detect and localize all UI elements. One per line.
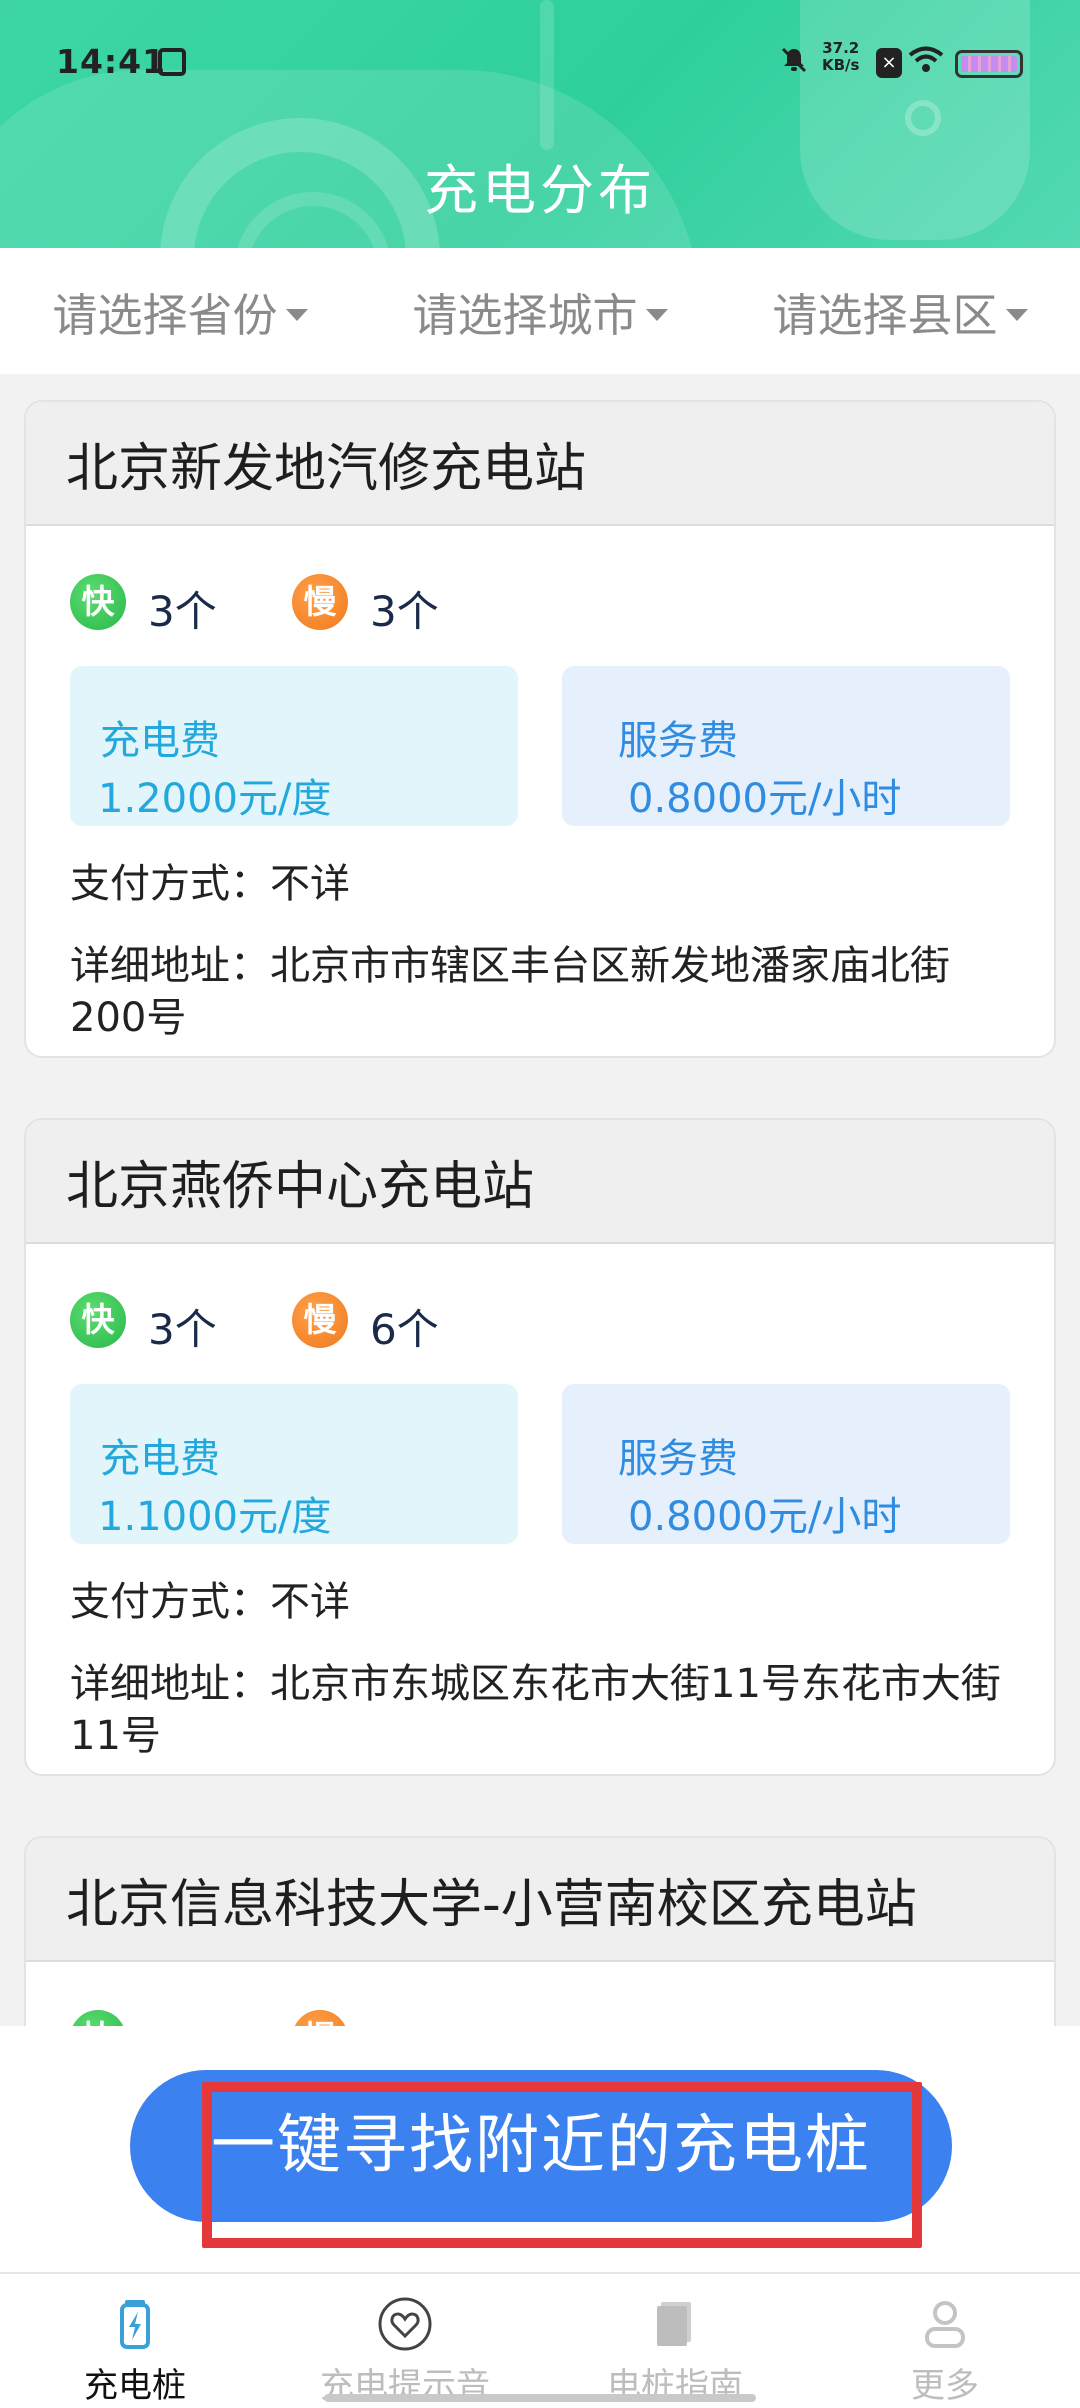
battery-icon	[955, 50, 1023, 78]
nav-item-more[interactable]: 更多	[810, 2274, 1080, 2408]
payment-value: 不详	[270, 1579, 350, 1625]
fast-charge-icon: 快	[70, 574, 126, 630]
caret-down-icon	[1005, 308, 1028, 321]
fee-boxes: 充电费 1.1000元/度 服务费 0.8000元/小时	[26, 1384, 1054, 1556]
user-icon	[915, 2296, 975, 2352]
network-speed: 37.2 KB/s	[822, 40, 859, 74]
nav-item-charging-piles[interactable]: 充电桩	[0, 2274, 270, 2408]
charging-battery-icon	[105, 2296, 165, 2352]
fast-count: 3个	[148, 587, 217, 636]
charge-fee-value: 1.2000元/度	[98, 776, 332, 822]
book-icon	[645, 2296, 705, 2352]
city-select-label: 请选择城市	[412, 288, 638, 342]
nav-label: 更多	[911, 2366, 979, 2406]
slow-charge-icon: 慢	[292, 1292, 348, 1348]
station-name: 北京新发地汽修充电站	[26, 402, 1054, 526]
charge-fee-label: 充电费	[100, 1436, 220, 1482]
station-card[interactable]: 北京新发地汽修充电站 快 3个 慢 3个 充电费 1.2000元/度 服务费 0…	[24, 400, 1056, 1058]
district-select[interactable]: 请选择县区	[720, 279, 1080, 344]
fee-boxes: 充电费 1.2000元/度 服务费 0.8000元/小时	[26, 666, 1054, 838]
service-fee-label: 服务费	[618, 718, 738, 764]
fast-charge-icon: 快	[70, 2010, 126, 2026]
payment-label: 支付方式：	[70, 861, 270, 907]
payment-value: 不详	[270, 861, 350, 907]
charger-counts: 快 2个 慢 11个	[26, 1962, 1054, 2026]
slow-charge-icon: 慢	[292, 574, 348, 630]
header-banner: 14:41 37.2 KB/s × 充电分布	[0, 0, 1080, 248]
station-info: 支付方式：不详 详细地址：北京市市辖区丰台区新发地潘家庙北街200号	[26, 838, 1054, 1044]
fast-count: 3个	[148, 1305, 217, 1354]
charge-fee-label: 充电费	[100, 718, 220, 764]
nearby-button-area: 一键寻找附近的充电桩	[0, 2026, 1080, 2272]
station-card[interactable]: 北京信息科技大学-小营南校区充电站 快 2个 慢 11个	[24, 1836, 1056, 2026]
network-speed-unit: KB/s	[822, 56, 860, 74]
nav-item-charge-sound[interactable]: 充电提示音	[270, 2274, 540, 2408]
xbox-icon: ×	[876, 48, 902, 78]
charge-fee-value: 1.1000元/度	[98, 1494, 332, 1540]
station-name: 北京燕侨中心充电站	[26, 1120, 1054, 1244]
service-fee-box: 服务费 0.8000元/小时	[562, 666, 1010, 826]
province-select[interactable]: 请选择省份	[0, 279, 360, 344]
status-time: 14:41	[56, 42, 167, 81]
address-row: 详细地址：北京市东城区东花市大街11号东花市大街11号	[70, 1658, 1010, 1762]
address-label: 详细地址：	[70, 1661, 270, 1707]
province-select-label: 请选择省份	[52, 288, 278, 342]
slow-count: 11个	[370, 2014, 465, 2026]
bottom-nav: 充电桩 充电提示音 电桩指南 更多	[0, 2272, 1080, 2408]
wifi-icon	[908, 46, 944, 81]
city-select[interactable]: 请选择城市	[360, 279, 720, 344]
slow-count: 6个	[370, 1305, 439, 1354]
payment-label: 支付方式：	[70, 1579, 270, 1625]
heart-icon	[375, 2296, 435, 2352]
fast-count: 2个	[148, 2014, 217, 2026]
nav-label: 充电桩	[84, 2366, 186, 2406]
payment-row: 支付方式：不详	[70, 1576, 1010, 1628]
service-fee-value: 0.8000元/小时	[628, 1494, 902, 1540]
charge-fee-box: 充电费 1.2000元/度	[70, 666, 518, 826]
address-row: 详细地址：北京市市辖区丰台区新发地潘家庙北街200号	[70, 940, 1010, 1044]
page-title: 充电分布	[424, 159, 656, 222]
home-indicator[interactable]	[324, 2394, 756, 2402]
sim-icon	[158, 48, 186, 76]
network-speed-value: 37.2	[822, 39, 860, 57]
service-fee-box: 服务费 0.8000元/小时	[562, 1384, 1010, 1544]
charger-counts: 快 3个 慢 6个	[26, 1244, 1054, 1384]
station-list[interactable]: 北京新发地汽修充电站 快 3个 慢 3个 充电费 1.2000元/度 服务费 0…	[0, 374, 1080, 2026]
service-fee-value: 0.8000元/小时	[628, 776, 902, 822]
status-bar: 14:41 37.2 KB/s ×	[0, 0, 1080, 120]
slow-count: 3个	[370, 587, 439, 636]
filter-bar: 请选择省份 请选择城市 请选择县区	[0, 248, 1080, 374]
payment-row: 支付方式：不详	[70, 858, 1010, 910]
station-card[interactable]: 北京燕侨中心充电站 快 3个 慢 6个 充电费 1.1000元/度 服务费 0.…	[24, 1118, 1056, 1776]
nav-item-pile-guide[interactable]: 电桩指南	[540, 2274, 810, 2408]
district-select-label: 请选择县区	[772, 288, 998, 342]
slow-charge-icon: 慢	[292, 2010, 348, 2026]
mute-icon	[780, 46, 808, 81]
service-fee-label: 服务费	[618, 1436, 738, 1482]
station-info: 支付方式：不详 详细地址：北京市东城区东花市大街11号东花市大街11号	[26, 1556, 1054, 1762]
fast-charge-icon: 快	[70, 1292, 126, 1348]
find-nearby-chargers-button[interactable]: 一键寻找附近的充电桩	[130, 2070, 952, 2222]
station-name: 北京信息科技大学-小营南校区充电站	[26, 1838, 1054, 1962]
charge-fee-box: 充电费 1.1000元/度	[70, 1384, 518, 1544]
charger-counts: 快 3个 慢 3个	[26, 526, 1054, 666]
address-label: 详细地址：	[70, 943, 270, 989]
caret-down-icon	[645, 308, 668, 321]
caret-down-icon	[285, 308, 308, 321]
